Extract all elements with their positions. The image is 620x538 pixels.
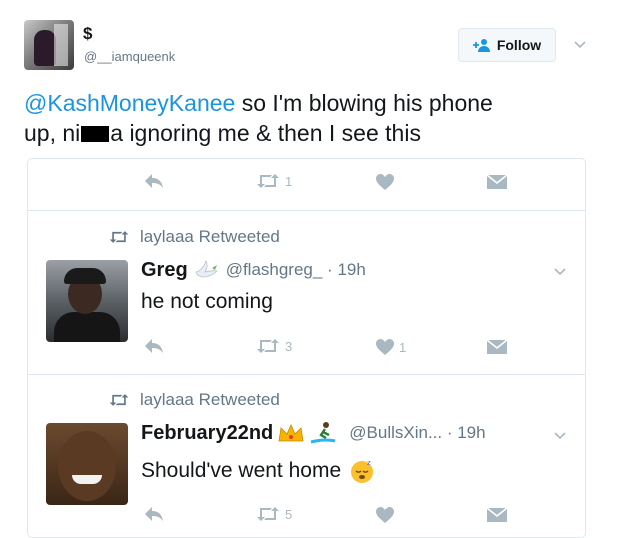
svg-text:z: z (367, 459, 371, 467)
dm-button[interactable] (486, 339, 508, 355)
retweet-count: 3 (285, 338, 293, 354)
dove-emoji (195, 259, 218, 278)
retweeted-by-label[interactable]: laylaaa Retweeted (140, 390, 280, 410)
reply-icon (145, 174, 163, 188)
tweet-text: @KashMoneyKanee so I'm blowing his phone… (24, 90, 493, 146)
tweet-header: February22nd @BullsXin... · 19h (141, 421, 486, 445)
surfer-emoji (310, 422, 336, 444)
retweet-icon (257, 174, 279, 188)
user-handle[interactable]: @__iamqueenk (84, 49, 175, 64)
mention-link[interactable]: @KashMoneyKanee (24, 90, 235, 116)
divider (28, 374, 585, 375)
retweet-count: 5 (285, 506, 293, 522)
display-name[interactable]: February22nd (141, 422, 273, 445)
follow-button[interactable]: Follow (458, 28, 556, 62)
retweet-icon (109, 231, 129, 243)
follow-person-icon (472, 39, 490, 52)
avatar[interactable] (46, 260, 128, 342)
like-button[interactable]: 1 (375, 338, 406, 356)
chevron-down-icon[interactable] (552, 427, 568, 443)
chevron-down-icon[interactable] (572, 36, 588, 52)
like-icon (376, 339, 394, 355)
avatar[interactable] (24, 20, 74, 70)
retweet-icon (109, 394, 129, 406)
dm-icon (486, 507, 508, 522)
crown-emoji (278, 424, 304, 442)
retweet-count: 1 (285, 173, 293, 189)
retweet-button[interactable]: 1 (255, 173, 292, 189)
chevron-down-icon[interactable] (552, 263, 568, 279)
divider (28, 210, 585, 211)
handle-time[interactable]: @BullsXin... · 19h (349, 423, 485, 443)
tweet-text: Should've went home z (141, 458, 375, 484)
retweeted-by-label[interactable]: laylaaa Retweeted (140, 227, 280, 247)
tweet-text: he not coming (141, 290, 273, 313)
reply-icon (145, 507, 163, 521)
reply-icon (145, 339, 163, 353)
like-button[interactable] (375, 506, 395, 524)
sleeping-emoji: z (351, 459, 374, 483)
like-icon (376, 174, 394, 190)
display-name[interactable]: $ (83, 24, 92, 44)
tweet-header: Greg @flashgreg_ · 19h (141, 258, 366, 282)
like-count: 1 (399, 339, 407, 355)
avatar[interactable] (46, 423, 128, 505)
reply-button[interactable] (143, 337, 165, 355)
dm-icon (486, 339, 508, 354)
like-icon (376, 507, 394, 523)
retweet-icon (257, 507, 279, 521)
retweet-button[interactable]: 5 (255, 506, 292, 522)
redaction-box (81, 126, 110, 142)
handle-time[interactable]: @flashgreg_ · 19h (226, 260, 366, 280)
display-name[interactable]: Greg (141, 259, 188, 282)
like-button[interactable] (375, 173, 395, 191)
reply-button[interactable] (143, 172, 165, 190)
dm-button[interactable] (486, 174, 508, 190)
retweet-icon (257, 339, 279, 353)
dm-icon (486, 174, 508, 189)
retweeted-by-row: laylaaa Retweeted (108, 390, 280, 410)
retweet-button[interactable]: 3 (255, 338, 292, 354)
dm-button[interactable] (486, 507, 508, 523)
follow-label: Follow (496, 37, 542, 53)
reply-button[interactable] (143, 505, 165, 523)
retweeted-by-row: laylaaa Retweeted (108, 227, 280, 247)
